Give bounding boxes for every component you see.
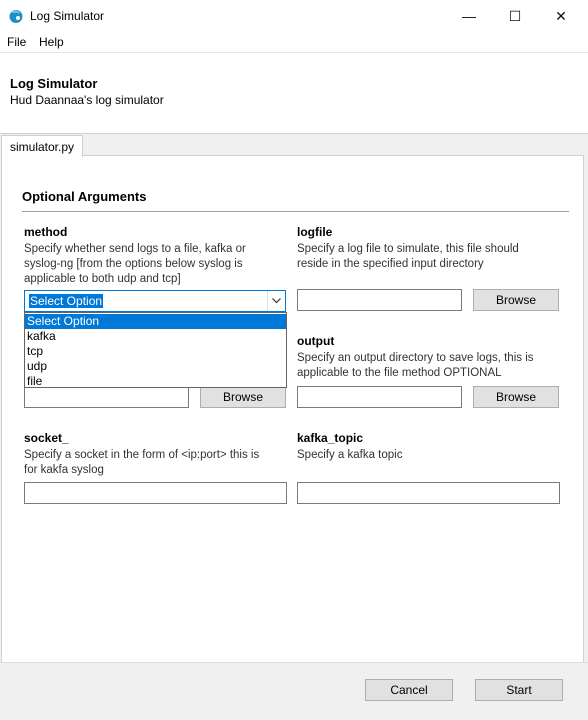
kafka-topic-description: Specify a kafka topic bbox=[297, 448, 402, 463]
kafka-topic-label: kafka_topic bbox=[297, 431, 364, 445]
menu-file[interactable]: File bbox=[7, 35, 26, 49]
output-desc-line: applicable to the file method OPTIONAL bbox=[297, 367, 502, 379]
socket-description: Specify a socket in the form of <ip:port… bbox=[24, 448, 259, 478]
tab-content-panel bbox=[1, 155, 584, 663]
method-desc-line: Specify whether send logs to a file, kaf… bbox=[24, 243, 246, 255]
output-description: Specify an output directory to save logs… bbox=[297, 351, 534, 381]
start-button[interactable]: Start bbox=[475, 679, 563, 701]
dropdown-option-udp[interactable]: udp bbox=[25, 359, 286, 374]
maximize-button[interactable]: ☐ bbox=[492, 0, 538, 32]
cancel-button[interactable]: Cancel bbox=[365, 679, 453, 701]
output-browse-button[interactable]: Browse bbox=[473, 386, 559, 408]
logfile-desc-line: reside in the specified input directory bbox=[297, 258, 484, 270]
method-desc-line: applicable to both udp and tcp] bbox=[24, 273, 181, 285]
chevron-down-icon[interactable] bbox=[267, 291, 285, 311]
section-title: Optional Arguments bbox=[22, 189, 147, 204]
minimize-button[interactable]: — bbox=[446, 0, 492, 32]
method-dropdown-list: Select Option kafka tcp udp file bbox=[24, 312, 287, 388]
output-desc-line: Specify an output directory to save logs… bbox=[297, 352, 534, 364]
socket-desc-line: Specify a socket in the form of <ip:port… bbox=[24, 449, 260, 461]
menu-bar bbox=[0, 32, 588, 52]
input-directory-input[interactable] bbox=[24, 386, 189, 408]
socket-label: socket_ bbox=[24, 431, 69, 445]
input-directory-browse-button[interactable]: Browse bbox=[200, 386, 286, 408]
dropdown-option-file[interactable]: file bbox=[25, 374, 286, 389]
socket-input[interactable] bbox=[24, 482, 287, 504]
header-title: Log Simulator bbox=[10, 76, 98, 91]
logfile-input[interactable] bbox=[297, 289, 462, 311]
kafka-topic-desc-line: Specify a kafka topic bbox=[297, 449, 403, 461]
socket-desc-line: for kakfa syslog bbox=[24, 464, 104, 476]
logfile-browse-button[interactable]: Browse bbox=[473, 289, 559, 311]
header-subtitle: Hud Daannaa's log simulator bbox=[10, 93, 164, 107]
output-label: output bbox=[297, 334, 335, 348]
logfile-description: Specify a log file to simulate, this fil… bbox=[297, 242, 519, 272]
close-icon: ✕ bbox=[555, 7, 567, 24]
method-select-value: Select Option bbox=[29, 294, 104, 308]
dropdown-option-select-option[interactable]: Select Option bbox=[25, 314, 286, 329]
output-input[interactable] bbox=[297, 386, 462, 408]
logfile-desc-line: Specify a log file to simulate, this fil… bbox=[297, 243, 519, 255]
kafka-topic-input[interactable] bbox=[297, 482, 560, 504]
logfile-label: logfile bbox=[297, 225, 333, 239]
close-button[interactable]: ✕ bbox=[538, 0, 584, 32]
window-title: Log Simulator bbox=[30, 9, 105, 23]
method-desc-line: syslog-ng [from the options below syslog… bbox=[24, 258, 243, 270]
menu-help[interactable]: Help bbox=[39, 35, 64, 49]
dropdown-option-kafka[interactable]: kafka bbox=[25, 329, 286, 344]
method-select[interactable]: Select Option bbox=[24, 290, 286, 312]
section-divider bbox=[22, 211, 569, 212]
app-logo-icon bbox=[9, 10, 23, 23]
tab-simulator[interactable]: simulator.py bbox=[1, 135, 83, 157]
dropdown-option-tcp[interactable]: tcp bbox=[25, 344, 286, 359]
method-label: method bbox=[24, 225, 68, 239]
minimize-icon: — bbox=[462, 8, 476, 24]
maximize-icon: ☐ bbox=[508, 7, 522, 24]
method-description: Specify whether send logs to a file, kaf… bbox=[24, 242, 246, 287]
